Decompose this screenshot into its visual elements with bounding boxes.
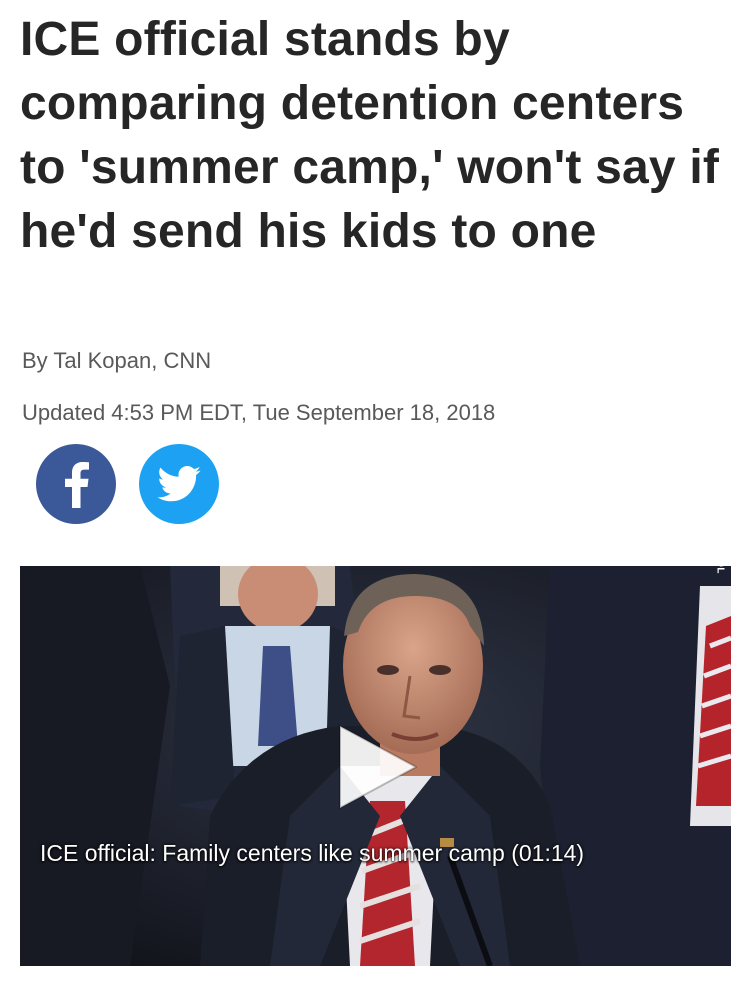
video-player[interactable]: POOL ICE official: Family centers like s… xyxy=(20,566,731,966)
facebook-icon xyxy=(65,462,89,508)
facebook-share-button[interactable] xyxy=(36,444,116,524)
pool-badge: POOL xyxy=(714,566,725,574)
twitter-icon xyxy=(157,466,201,502)
play-icon[interactable] xyxy=(330,722,420,812)
article-timestamp: Updated 4:53 PM EDT, Tue September 18, 2… xyxy=(22,400,496,425)
video-caption: ICE official: Family centers like summer… xyxy=(40,840,585,866)
twitter-share-button[interactable] xyxy=(139,444,219,524)
article-byline[interactable]: By Tal Kopan, CNN xyxy=(22,347,211,375)
article-headline: ICE official stands by comparing detenti… xyxy=(20,13,720,258)
